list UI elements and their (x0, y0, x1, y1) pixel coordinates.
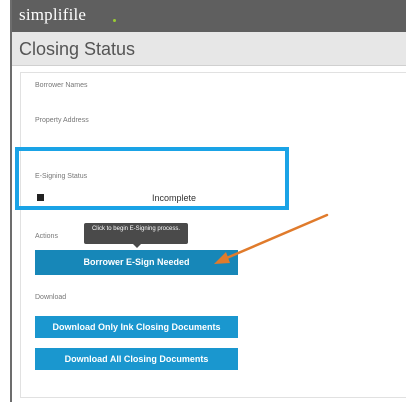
borrower-esign-button[interactable]: Borrower E-Sign Needed (35, 250, 238, 275)
actions-section-label: Actions (35, 233, 58, 240)
top-bar: simplifile (12, 0, 406, 32)
borrower-names-label: Borrower Names (35, 82, 88, 89)
status-square-icon (37, 194, 44, 201)
logo-dot-icon (113, 19, 116, 22)
download-all-documents-button[interactable]: Download All Closing Documents (35, 348, 238, 370)
esigning-status-value: Incomplete (152, 193, 197, 203)
tooltip-pointer-icon (133, 244, 141, 248)
page-title: Closing Status (19, 39, 136, 59)
esigning-status-label: E-Signing Status (35, 173, 88, 180)
esign-tooltip: Click to begin E-Signing process. (84, 223, 188, 244)
page-header: Closing Status (12, 32, 406, 66)
property-address-label: Property Address (35, 117, 89, 124)
download-section-label: Download (35, 294, 67, 301)
download-ink-documents-button[interactable]: Download Only Ink Closing Documents (35, 316, 238, 338)
brand-logo[interactable]: simplifile (19, 5, 86, 25)
